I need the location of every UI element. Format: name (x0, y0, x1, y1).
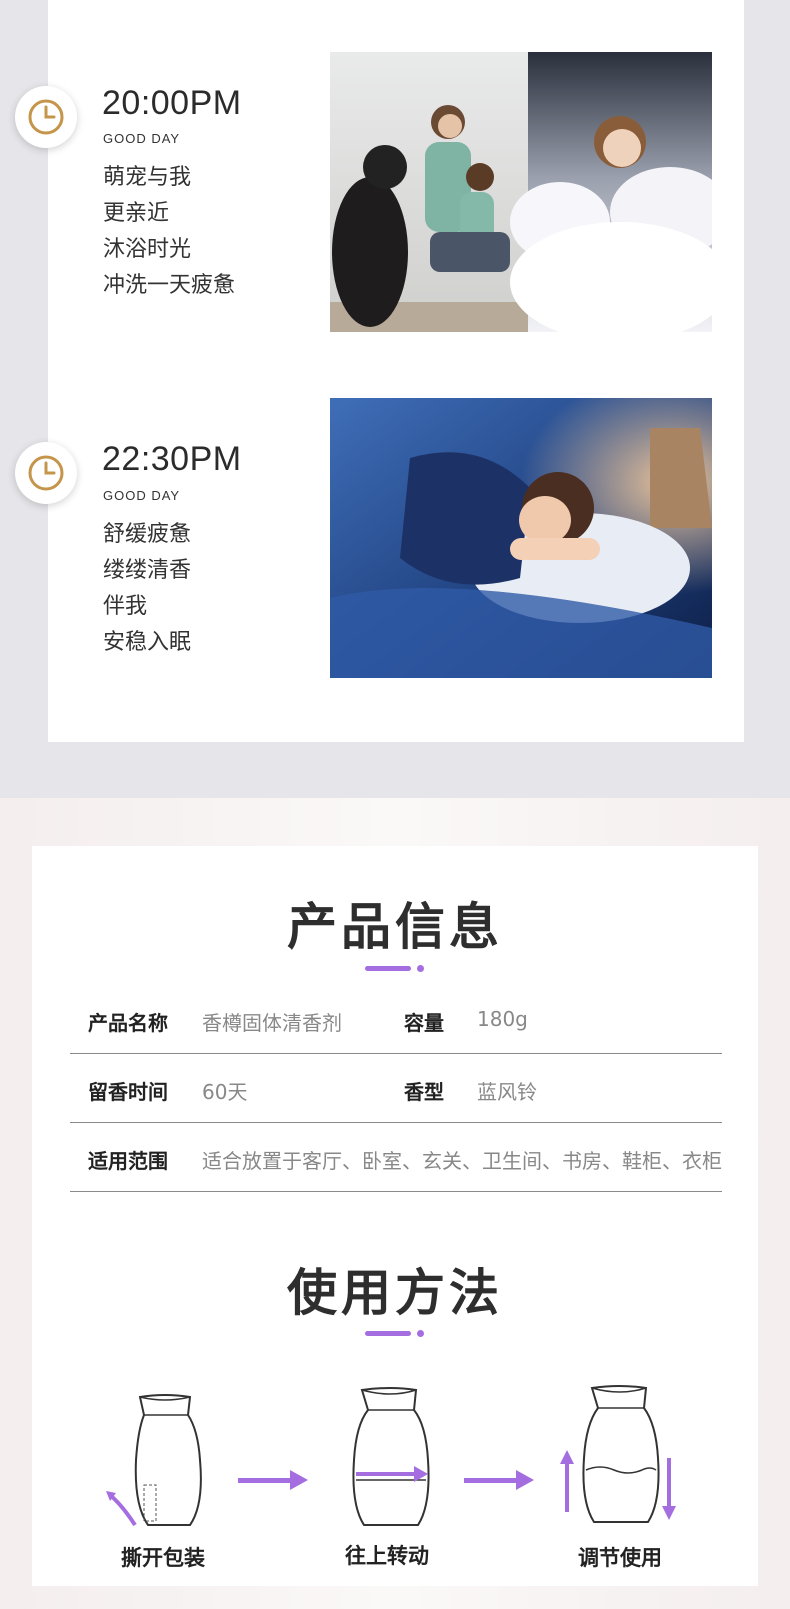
info-value: 蓝风铃 (477, 1080, 537, 1104)
timeline-text: 舒缓疲惫 缕缕清香 伴我 安稳入眠 (103, 517, 191, 661)
title-underline (365, 1331, 411, 1336)
photo-family-and-bath (330, 52, 712, 332)
info-label: 容量 (404, 1011, 444, 1035)
bottle-adjust-icon (560, 1385, 676, 1523)
timeline-line: 更亲近 (103, 201, 170, 226)
timeline-subtitle: GOOD DAY (103, 131, 181, 146)
timeline-time: 20:00PM (102, 84, 242, 122)
step-label: 撕开包装 (121, 1546, 205, 1570)
timeline-line: 缕缕清香 (103, 558, 192, 583)
timeline-line: 沐浴时光 (103, 237, 192, 262)
clock-icon (15, 86, 77, 148)
timeline-line: 安稳入眠 (103, 630, 192, 655)
info-row: 产品名称 香樽固体清香剂 容量 180g (70, 985, 722, 1054)
timeline-time: 22:30PM (102, 440, 242, 478)
timeline-line: 冲洗一天疲惫 (103, 273, 236, 298)
arrow-right-icon (464, 1470, 534, 1490)
timeline-subtitle: GOOD DAY (103, 488, 181, 503)
photo-sleeping-woman (330, 398, 712, 678)
title-underline-dot (417, 965, 424, 972)
step-label: 调节使用 (578, 1546, 662, 1570)
info-label: 留香时间 (88, 1080, 168, 1104)
bottle-tear-icon (106, 1394, 202, 1527)
timeline-line: 舒缓疲惫 (103, 522, 192, 547)
title-underline (365, 966, 411, 971)
bottle-rotate-icon (352, 1387, 430, 1526)
title-underline-dot (417, 1330, 424, 1337)
info-value: 180g (477, 1007, 528, 1031)
timeline-text: 萌宠与我 更亲近 沐浴时光 冲洗一天疲惫 (103, 160, 235, 304)
info-label: 香型 (404, 1080, 444, 1104)
timeline-line: 伴我 (103, 594, 148, 619)
info-label: 产品名称 (88, 1011, 168, 1035)
arrow-right-icon (238, 1470, 308, 1490)
info-value: 香樽固体清香剂 (202, 1011, 342, 1035)
info-value: 适合放置于客厅、卧室、玄关、卫生间、书房、鞋柜、衣柜 (202, 1149, 722, 1173)
product-info-title: 产品信息 (287, 898, 503, 956)
clock-icon (15, 442, 77, 504)
info-value: 60天 (202, 1080, 248, 1104)
step-label: 往上转动 (345, 1544, 429, 1568)
info-label: 适用范围 (88, 1149, 168, 1173)
info-row: 适用范围 适合放置于客厅、卧室、玄关、卫生间、书房、鞋柜、衣柜 (70, 1123, 722, 1192)
usage-title: 使用方法 (287, 1264, 503, 1322)
timeline-line: 萌宠与我 (103, 165, 192, 190)
info-row: 留香时间 60天 香型 蓝风铃 (70, 1054, 722, 1123)
